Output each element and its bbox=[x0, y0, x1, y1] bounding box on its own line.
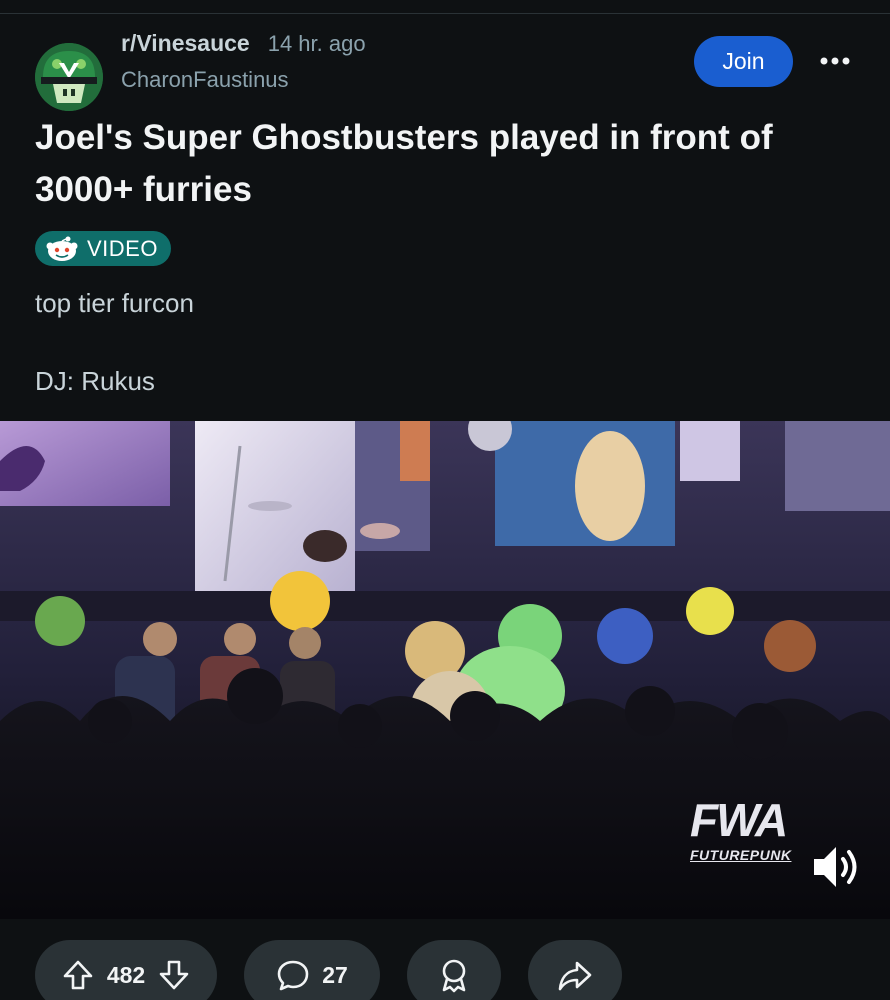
more-options-button[interactable] bbox=[810, 40, 860, 82]
post-title[interactable]: Joel's Super Ghostbusters played in fron… bbox=[35, 112, 835, 216]
downvote-icon[interactable] bbox=[157, 958, 191, 992]
vote-control: 482 bbox=[35, 940, 217, 1000]
post-actions: 482 27 bbox=[0, 935, 890, 1000]
comment-icon bbox=[277, 960, 309, 991]
post-body-line: DJ: Rukus bbox=[35, 366, 155, 396]
comments-button[interactable]: 27 bbox=[244, 940, 380, 1000]
flair-label: VIDEO bbox=[87, 235, 158, 261]
award-button[interactable] bbox=[407, 940, 501, 1000]
award-icon bbox=[442, 959, 466, 993]
vote-score: 482 bbox=[106, 961, 146, 988]
vinesauce-logo-icon bbox=[35, 43, 103, 111]
share-icon bbox=[558, 961, 592, 991]
subreddit-avatar[interactable] bbox=[35, 43, 103, 111]
top-divider bbox=[0, 0, 890, 14]
subreddit-name[interactable]: r/Vinesauce bbox=[121, 30, 250, 57]
volume-button[interactable] bbox=[808, 841, 864, 893]
post-flair[interactable]: VIDEO bbox=[35, 231, 171, 266]
post-author[interactable]: CharonFaustinus bbox=[121, 67, 366, 93]
watermark-logo: FWA bbox=[690, 794, 788, 846]
post-meta: r/Vinesauce 14 hr. ago CharonFaustinus bbox=[121, 30, 366, 93]
share-button[interactable] bbox=[528, 940, 622, 1000]
post-time: 14 hr. ago bbox=[267, 31, 366, 56]
video-player[interactable]: FWA FUTUREPUNK bbox=[0, 421, 890, 919]
more-horizontal-icon bbox=[820, 57, 850, 65]
watermark-subtitle: FUTUREPUNK bbox=[690, 847, 792, 863]
join-button[interactable]: Join bbox=[694, 36, 793, 87]
upvote-icon[interactable] bbox=[61, 958, 95, 992]
video-watermark: FWA FUTUREPUNK bbox=[690, 793, 800, 881]
post-body-line: top tier furcon bbox=[35, 288, 194, 318]
speaker-volume-icon bbox=[814, 847, 857, 887]
comment-count: 27 bbox=[322, 961, 348, 988]
reddit-snoo-icon bbox=[46, 236, 78, 261]
post-card[interactable]: r/Vinesauce 14 hr. ago CharonFaustinus J… bbox=[0, 15, 890, 1000]
